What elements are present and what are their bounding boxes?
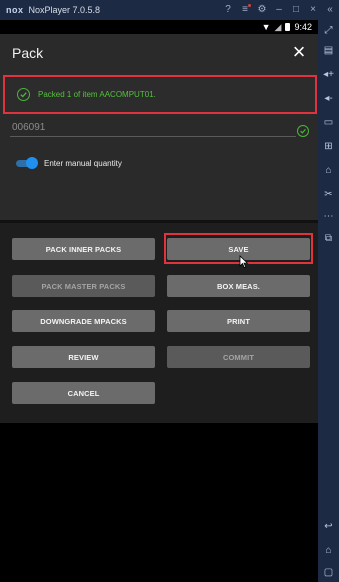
collapse-icon[interactable]: « [325, 0, 335, 20]
phone-screen: ▼ ◢ 9:42 Pack × 006091 Packed 1 of item … [0, 20, 318, 582]
success-toast: Packed 1 of item AACOMPUT01. [3, 75, 317, 114]
more-icon[interactable]: ⋯ [318, 210, 339, 224]
battery-icon [285, 23, 291, 31]
status-time: 9:42 [294, 22, 312, 32]
signal-icon: ◢ [274, 21, 282, 32]
field-underline [10, 136, 296, 137]
import-icon[interactable]: ⊞ [318, 140, 339, 154]
minimize-icon[interactable]: – [274, 0, 284, 20]
print-button[interactable]: PRINT [167, 310, 310, 332]
screen-icon[interactable]: ▭ [318, 116, 339, 130]
cancel-button[interactable]: CANCEL [12, 382, 155, 404]
emulator-titlebar: nox NoxPlayer 7.0.5.8 ? ≡ ⚙ – □ × « [0, 0, 339, 20]
expand-icon[interactable]: ⤢ [318, 24, 339, 38]
external-icon[interactable]: ⧉ [318, 232, 339, 246]
volume-up-icon[interactable]: ◂+ [318, 68, 339, 82]
check-circle-icon [17, 88, 30, 101]
close-icon[interactable]: × [287, 41, 311, 65]
manual-quantity-toggle-row: Enter manual quantity [14, 157, 122, 169]
manual-quantity-label: Enter manual quantity [44, 158, 122, 168]
apk-icon[interactable]: ⌂ [318, 164, 339, 178]
window-controls: ? ≡ ⚙ – □ × « [223, 0, 335, 20]
pack-form-panel: 006091 Packed 1 of item AACOMPUT01. Ente… [0, 74, 318, 220]
downgrade-mpacks-button[interactable]: DOWNGRADE MPACKS [12, 310, 155, 332]
emulator-toolbar: ⤢ ▤ ◂+ ◂- ▭ ⊞ ⌂ ✂ ⋯ ⧉ ↩ ⌂ ▢ [318, 20, 339, 582]
keyboard-icon[interactable]: ▤ [318, 44, 339, 58]
nox-logo: nox [6, 5, 24, 15]
box-meas-button[interactable]: BOX MEAS. [167, 275, 310, 297]
home-icon[interactable]: ⌂ [318, 544, 339, 558]
window-title: NoxPlayer 7.0.5.8 [28, 5, 101, 15]
field-valid-check-icon [297, 125, 309, 137]
item-field-value[interactable]: 006091 [12, 122, 45, 133]
help-icon[interactable]: ? [223, 0, 233, 20]
app-bar: Pack × [0, 34, 318, 74]
android-status-bar: ▼ ◢ 9:42 [0, 20, 318, 34]
back-icon[interactable]: ↩ [318, 520, 339, 534]
review-button[interactable]: REVIEW [12, 346, 155, 368]
toast-message: Packed 1 of item AACOMPUT01. [38, 90, 156, 99]
commit-button[interactable]: COMMIT [167, 346, 310, 368]
page-title: Pack [12, 45, 44, 61]
maximize-icon[interactable]: □ [291, 0, 301, 20]
pack-master-packs-button[interactable]: PACK MASTER PACKS [12, 275, 155, 297]
scissors-icon[interactable]: ✂ [318, 188, 339, 202]
recents-icon[interactable]: ▢ [318, 566, 339, 580]
menu-icon[interactable]: ≡ [240, 0, 251, 20]
wifi-icon: ▼ [261, 22, 271, 32]
action-buttons-panel: PACK INNER PACKS SAVE PACK MASTER PACKS … [0, 223, 318, 423]
pack-inner-packs-button[interactable]: PACK INNER PACKS [12, 238, 155, 260]
manual-quantity-toggle[interactable] [14, 157, 38, 169]
settings-icon[interactable]: ⚙ [257, 0, 267, 20]
mouse-cursor-icon [239, 255, 249, 269]
volume-down-icon[interactable]: ◂- [318, 92, 339, 106]
close-icon[interactable]: × [308, 0, 318, 20]
